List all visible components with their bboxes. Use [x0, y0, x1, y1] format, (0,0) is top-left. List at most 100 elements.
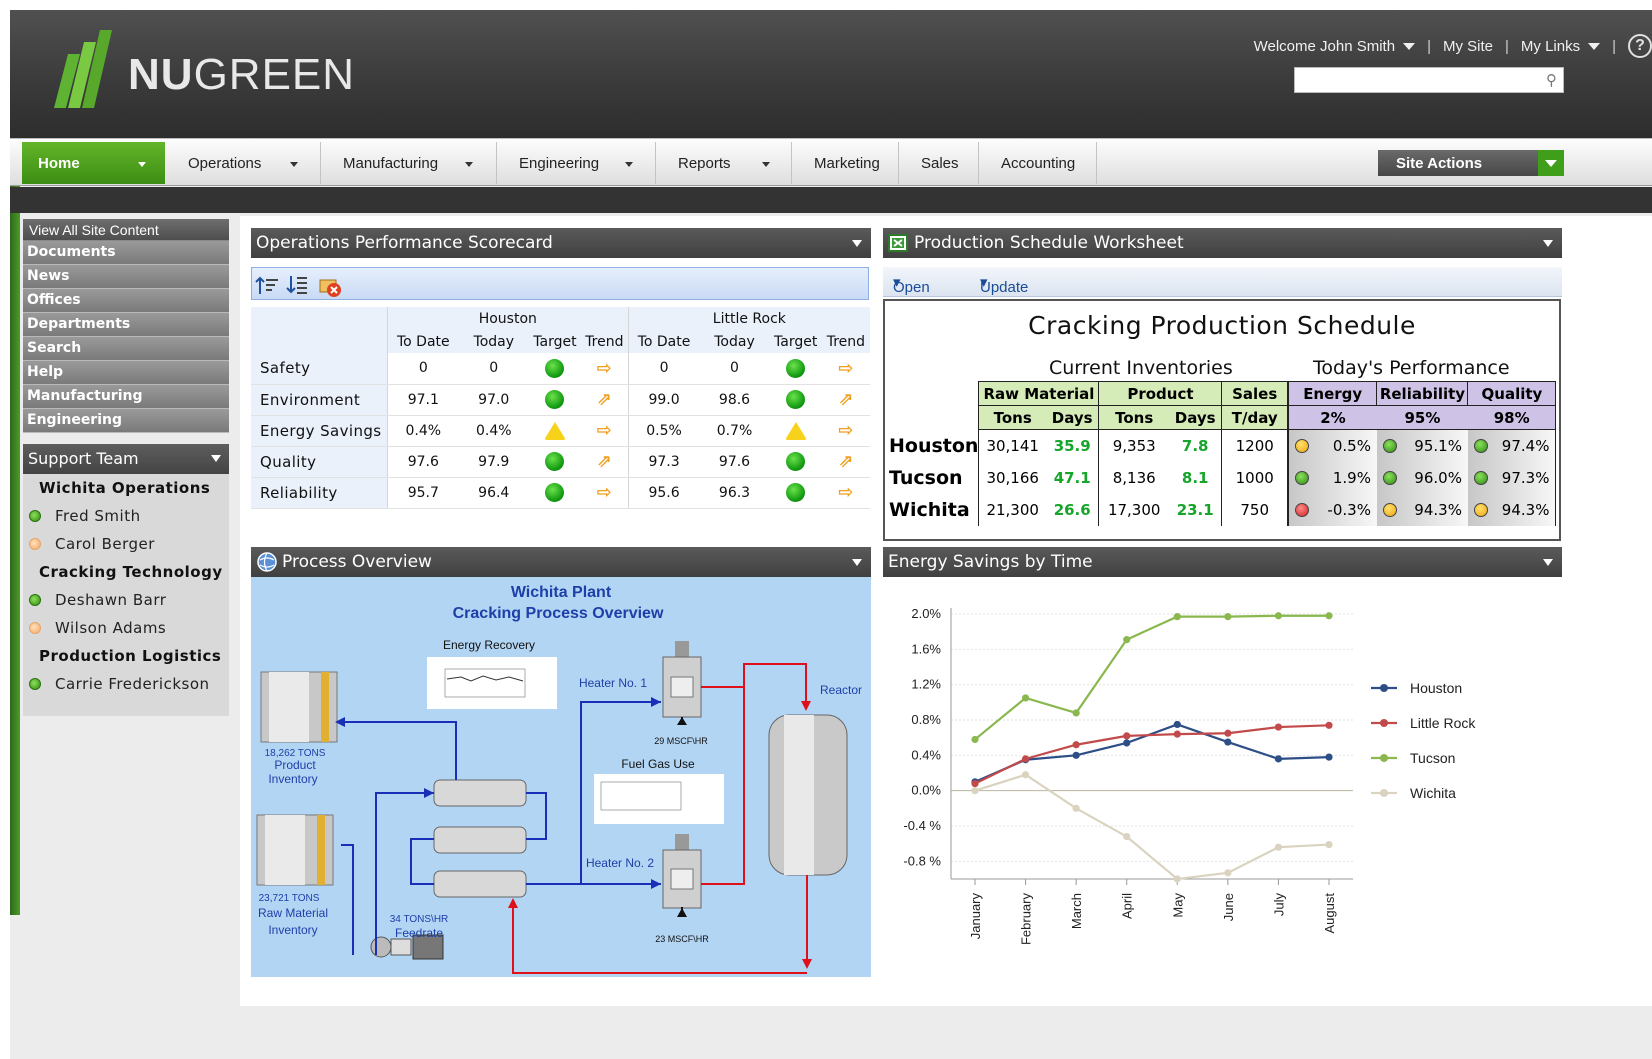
panel-menu-icon[interactable] — [852, 559, 862, 566]
scorecard-row[interactable]: Safety 0 0 ⇨ 0 0 ⇨ — [251, 353, 870, 385]
quicklaunch-item[interactable]: Manufacturing — [23, 385, 229, 409]
site-actions-button[interactable]: Site Actions — [1378, 150, 1538, 176]
my-site-link[interactable]: My Site — [1443, 38, 1493, 55]
schedule-grid: Raw Material Product Sales Energy Reliab… — [885, 381, 1557, 526]
data-point — [1224, 738, 1232, 746]
schedule-row[interactable]: Tucson 30,166 47.1 8,136 8.1 1000 1.9% 96.0% 97.… — [885, 461, 1557, 494]
team-member[interactable]: Carol Berger — [23, 530, 229, 558]
welcome-menu[interactable]: Welcome John Smith — [1254, 38, 1416, 55]
quicklaunch-item[interactable]: Help — [23, 361, 229, 385]
houston-target — [528, 384, 582, 416]
heat-exchanger-icon[interactable] — [433, 779, 527, 898]
collapse-icon[interactable] — [211, 455, 221, 462]
group-header: Little Rock — [628, 307, 870, 330]
data-point — [971, 780, 979, 788]
raw-days: 26.6 — [1045, 493, 1100, 526]
nav-operations[interactable]: Operations — [172, 142, 321, 184]
nav-marketing[interactable]: Marketing — [798, 142, 899, 184]
column-header[interactable]: To Date — [628, 330, 700, 353]
nav-accounting[interactable]: Accounting — [985, 142, 1097, 184]
help-icon[interactable]: ? — [1628, 34, 1652, 58]
raw-inventory-tons: 23,721 TONS — [259, 893, 320, 904]
littlerock-target — [769, 446, 822, 478]
scorecard-row[interactable]: Energy Savings 0.4% 0.4% ⇨ 0.5% 0.7% ⇨ — [251, 415, 870, 447]
my-links-menu[interactable]: My Links — [1521, 38, 1601, 55]
sort-ascending-icon[interactable] — [255, 276, 278, 294]
group-header: Houston — [386, 307, 629, 330]
team-member[interactable]: Carrie Frederickson — [23, 670, 229, 698]
column-header[interactable]: Target — [528, 330, 582, 353]
process-title: Cracking Process Overview — [453, 605, 664, 622]
littlerock-today: 97.6 — [699, 446, 770, 478]
y-tick-label: -0.8 % — [903, 853, 941, 868]
heater-1-icon[interactable] — [662, 641, 702, 718]
scorecard-row[interactable]: Environment 97.1 97.0 ⇗ 99.0 98.6 ⇗ — [251, 384, 870, 416]
quicklaunch-item[interactable]: Documents — [23, 241, 229, 265]
column-header[interactable]: Target — [769, 330, 822, 353]
panel-menu-icon[interactable] — [1543, 559, 1553, 566]
team-member[interactable]: Deshawn Barr — [23, 586, 229, 614]
team-member[interactable]: Wilson Adams — [23, 614, 229, 642]
energy-chart-area: 2.0% 1.6% 1.2% 0.8% 0.4% 0.0% -0.4 % -0.8 % Janu… — [883, 577, 1562, 977]
process-header: Process Overview — [251, 547, 871, 577]
scorecard-row[interactable]: Reliability 95.7 96.4 ⇨ 95.6 96.3 ⇨ — [251, 477, 870, 509]
heater-1-label: Heater No. 1 — [579, 676, 647, 690]
raw-material-tank-icon[interactable] — [256, 814, 334, 886]
raw-tons: 30,141 — [978, 429, 1046, 462]
schedule-row[interactable]: Wichita 21,300 26.6 17,300 23.1 750 -0.3% 94.3%… — [885, 493, 1557, 526]
quicklaunch-item[interactable]: News — [23, 265, 229, 289]
quicklaunch-item[interactable]: Search — [23, 337, 229, 361]
status-indicator-icon — [1473, 470, 1488, 485]
legend-label: Houston — [1410, 680, 1462, 696]
toolbar-icons — [255, 276, 341, 297]
team-member[interactable]: Fred Smith — [23, 502, 229, 530]
city-label: Wichita — [889, 498, 970, 521]
chevron-down-icon — [762, 162, 770, 167]
data-point — [1173, 730, 1181, 738]
energy-recovery-trend[interactable] — [427, 657, 557, 709]
sort-descending-icon[interactable] — [286, 276, 307, 294]
panel-menu-icon[interactable] — [852, 240, 862, 247]
quicklaunch-item[interactable]: Departments — [23, 313, 229, 337]
feedrate-value: 34 TONS\HR — [390, 914, 449, 925]
legend-label: Wichita — [1410, 785, 1456, 801]
process-diagram: Wichita Plant Cracking Process Overview … — [251, 577, 871, 977]
heater-2-icon[interactable] — [662, 834, 702, 909]
search-icon[interactable]: ⚲ — [1546, 71, 1557, 89]
reliability-kpi: 96.0% — [1376, 461, 1468, 494]
nav-reports[interactable]: Reports — [662, 142, 792, 184]
view-all-site-content-link[interactable]: View All Site Content — [23, 219, 229, 241]
column-header[interactable]: To Date — [386, 330, 459, 353]
houston-trend: ⇨ — [581, 415, 629, 447]
brand-name[interactable]: NUGREEN — [128, 50, 355, 100]
update-menu[interactable]: Update ▾ — [980, 273, 1028, 296]
reliability-kpi: 94.3% — [1376, 493, 1468, 526]
product-tank-icon[interactable] — [260, 671, 338, 743]
nav-sales[interactable]: Sales — [905, 142, 979, 184]
fuel-gas-trend[interactable] — [594, 774, 724, 824]
reactor-icon[interactable] — [768, 714, 848, 876]
column-header[interactable]: Today — [699, 330, 770, 353]
houston-trend: ⇨ — [581, 477, 629, 509]
column-header[interactable]: Trend — [821, 330, 870, 353]
schedule-row[interactable]: Houston 30,141 35.9 9,353 7.8 1200 0.5% 95.1% 97… — [885, 429, 1557, 462]
column-header[interactable]: Trend — [581, 330, 629, 353]
open-menu[interactable]: Open ▾ — [893, 273, 930, 296]
support-team-header[interactable]: Support Team — [23, 444, 229, 474]
column-header[interactable]: Today — [458, 330, 529, 353]
nav-manufacturing[interactable]: Manufacturing — [327, 142, 497, 184]
x-tick-label: June — [1221, 893, 1236, 921]
nugreen-logo-icon — [54, 30, 112, 108]
search-input[interactable] — [1295, 68, 1535, 92]
quicklaunch-item[interactable]: Offices — [23, 289, 229, 313]
quicklaunch-item[interactable]: Engineering — [23, 409, 229, 433]
on-target-indicator-icon — [545, 483, 565, 502]
site-actions-dropdown[interactable] — [1538, 150, 1564, 176]
search-box: ⚲ — [1294, 67, 1564, 93]
energy-kpi: 1.9% — [1287, 461, 1377, 494]
nav-engineering[interactable]: Engineering — [503, 142, 656, 184]
scorecard-row[interactable]: Quality 97.6 97.9 ⇗ 97.3 97.6 ⇗ — [251, 446, 870, 478]
nav-home[interactable]: Home — [22, 142, 165, 184]
clear-filter-icon[interactable] — [319, 279, 341, 297]
panel-menu-icon[interactable] — [1543, 240, 1553, 247]
